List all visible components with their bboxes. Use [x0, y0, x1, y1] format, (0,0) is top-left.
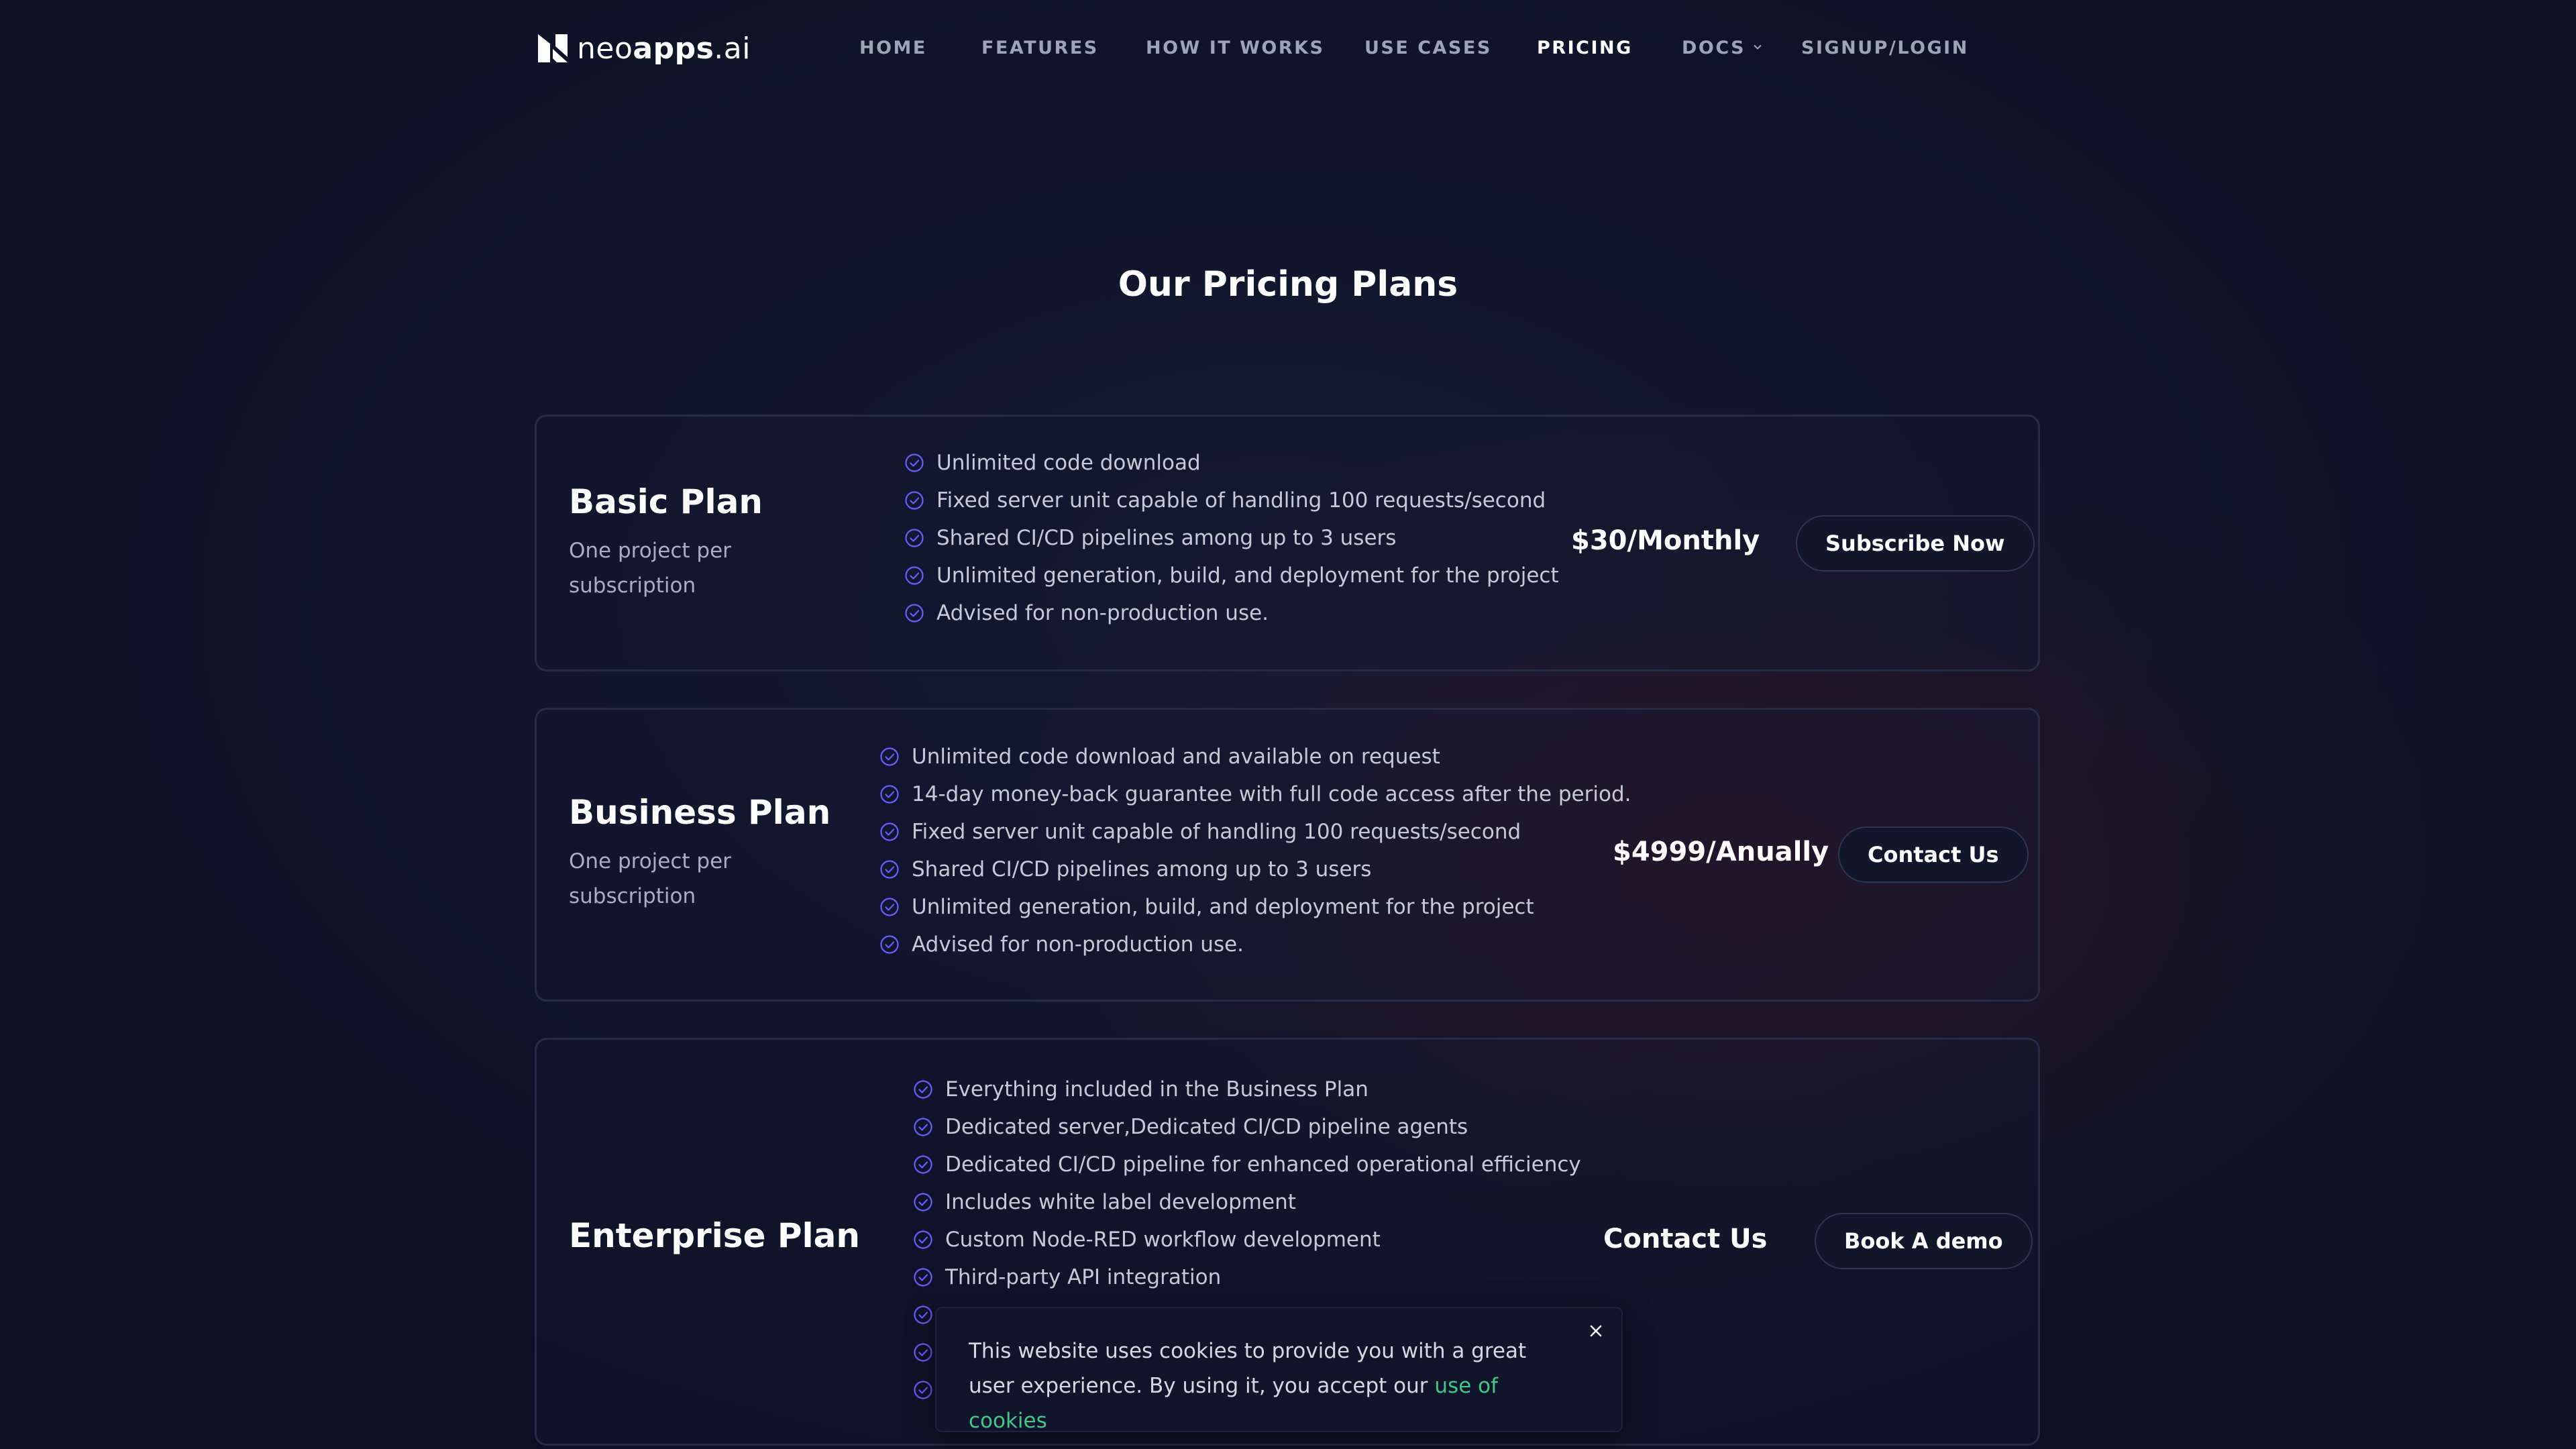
check-circle-icon — [913, 1342, 933, 1362]
check-circle-icon — [879, 934, 900, 955]
plan-price: $30/Monthly — [1571, 525, 1760, 556]
nav-pricing[interactable]: PRICING — [1537, 35, 1633, 62]
feature-text: Everything included in the Business Plan — [945, 1077, 1368, 1102]
check-circle-icon — [904, 528, 924, 548]
subscribe-now-button[interactable]: Subscribe Now — [1796, 515, 2035, 572]
feature-item: Fixed server unit capable of handling 10… — [879, 813, 1631, 851]
plan-subtitle: One project per subscription — [569, 539, 731, 598]
check-circle-icon — [913, 1079, 933, 1099]
check-circle-icon — [913, 1192, 933, 1212]
top-navigation: neoapps.ai HOME FEATURES HOW IT WORKS US… — [0, 0, 2576, 97]
feature-item: Shared CI/CD pipelines among up to 3 use… — [904, 519, 1559, 557]
cookie-banner: This website uses cookies to provide you… — [935, 1307, 1623, 1433]
plan-price: $4999/Anually — [1613, 837, 1829, 867]
check-circle-icon — [904, 490, 924, 511]
check-circle-icon — [913, 1230, 933, 1250]
feature-text: Fixed server unit capable of handling 10… — [936, 488, 1546, 513]
neoapps-logo-icon — [538, 34, 568, 62]
page-title: Our Pricing Plans — [1118, 264, 1458, 305]
plan-subtitle: One project per subscription — [569, 849, 731, 908]
nav-use-cases[interactable]: USE CASES — [1364, 35, 1492, 62]
brand-name: neoapps.ai — [577, 31, 751, 66]
feature-item: Custom Node-RED workflow development — [913, 1221, 1581, 1258]
feature-item: Advised for non-production use. — [879, 926, 1631, 963]
feature-item: Shared CI/CD pipelines among up to 3 use… — [879, 851, 1631, 888]
feature-text: Shared CI/CD pipelines among up to 3 use… — [912, 857, 1372, 881]
check-circle-icon — [879, 859, 900, 879]
check-circle-icon — [904, 603, 924, 623]
check-circle-icon — [904, 453, 924, 473]
feature-item: Unlimited code download and available on… — [879, 738, 1631, 775]
book-a-demo-button[interactable]: Book A demo — [1815, 1213, 2033, 1269]
feature-text: Third-party API integration — [945, 1265, 1222, 1289]
check-circle-icon — [913, 1117, 933, 1137]
feature-text: Custom Node-RED workflow development — [945, 1228, 1381, 1252]
close-icon[interactable] — [1582, 1318, 1609, 1344]
feature-text: Includes white label development — [945, 1190, 1296, 1214]
plan-price: Contact Us — [1603, 1224, 1768, 1254]
check-circle-icon — [913, 1380, 933, 1400]
business-plan-card: Business Plan One project per subscripti… — [535, 708, 2040, 1002]
feature-item: Dedicated server,Dedicated CI/CD pipelin… — [913, 1108, 1581, 1146]
chevron-down-icon — [1754, 44, 1762, 50]
feature-text: 14-day money-back guarantee with full co… — [912, 782, 1631, 806]
feature-text: Advised for non-production use. — [912, 932, 1244, 957]
feature-text: Unlimited generation, build, and deploym… — [936, 564, 1559, 588]
contact-us-button[interactable]: Contact Us — [1838, 826, 2029, 883]
check-circle-icon — [904, 566, 924, 586]
feature-list: Unlimited code download Fixed server uni… — [904, 444, 1559, 632]
feature-text: Unlimited code download and available on… — [912, 745, 1440, 769]
feature-item: Fixed server unit capable of handling 10… — [904, 482, 1559, 519]
feature-item: Unlimited code download — [904, 444, 1559, 482]
nav-docs[interactable]: DOCS — [1682, 35, 1762, 62]
check-circle-icon — [879, 897, 900, 917]
feature-text: Fixed server unit capable of handling 10… — [912, 820, 1521, 844]
basic-plan-card: Basic Plan One project per subscription … — [535, 415, 2040, 672]
check-circle-icon — [879, 784, 900, 804]
plan-name: Basic Plan — [569, 482, 763, 521]
feature-item: Third-party API integration — [913, 1258, 1581, 1296]
nav-signup-login[interactable]: SIGNUP/LOGIN — [1801, 35, 1969, 62]
check-circle-icon — [879, 747, 900, 767]
feature-list: Unlimited code download and available on… — [879, 738, 1631, 963]
feature-item: 14-day money-back guarantee with full co… — [879, 775, 1631, 813]
nav-features[interactable]: FEATURES — [981, 35, 1099, 62]
feature-item: Advised for non-production use. — [904, 594, 1559, 632]
feature-text: Dedicated CI/CD pipeline for enhanced op… — [945, 1152, 1581, 1177]
cookie-message: This website uses cookies to provide you… — [969, 1339, 1527, 1433]
feature-text: Unlimited generation, build, and deploym… — [912, 895, 1534, 919]
nav-docs-label: DOCS — [1682, 38, 1746, 58]
nav-home[interactable]: HOME — [859, 35, 927, 62]
check-circle-icon — [913, 1267, 933, 1287]
feature-item: Includes white label development — [913, 1183, 1581, 1221]
plan-name: Enterprise Plan — [569, 1216, 861, 1255]
feature-item: Unlimited generation, build, and deploym… — [904, 557, 1559, 594]
check-circle-icon — [879, 822, 900, 842]
brand-logo[interactable]: neoapps.ai — [535, 30, 751, 67]
nav-how-it-works[interactable]: HOW IT WORKS — [1146, 35, 1325, 62]
feature-item: Dedicated CI/CD pipeline for enhanced op… — [913, 1146, 1581, 1183]
check-circle-icon — [913, 1155, 933, 1175]
plan-name: Business Plan — [569, 793, 831, 832]
check-circle-icon — [913, 1305, 933, 1325]
feature-text: Unlimited code download — [936, 451, 1201, 475]
feature-item: Unlimited generation, build, and deploym… — [879, 888, 1631, 926]
feature-item: Everything included in the Business Plan — [913, 1071, 1581, 1108]
feature-text: Shared CI/CD pipelines among up to 3 use… — [936, 526, 1397, 550]
feature-text: Dedicated server,Dedicated CI/CD pipelin… — [945, 1115, 1468, 1139]
feature-text: Advised for non-production use. — [936, 601, 1269, 625]
